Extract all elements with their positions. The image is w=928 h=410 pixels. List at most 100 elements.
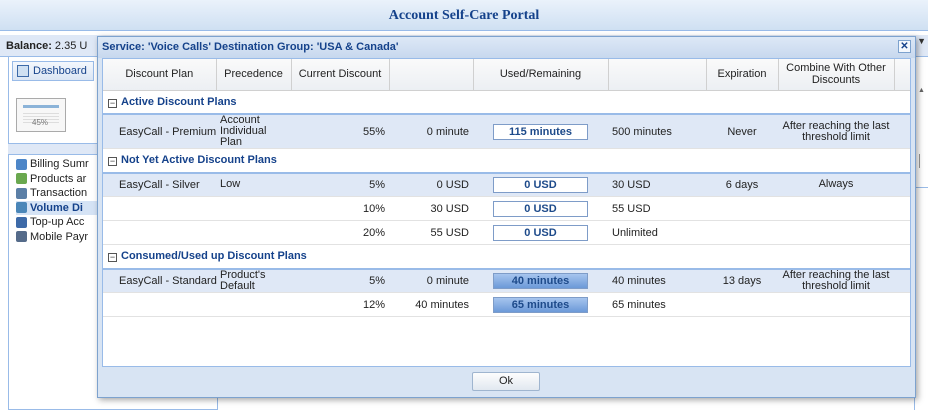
current-discount: 5% [291,268,389,293]
plan-name: EasyCall - Premium [103,114,216,149]
usage-progress-label: 115 minutes [509,125,572,138]
group-header-cell[interactable]: − Consumed/Used up Discount Plans [103,244,910,270]
table-row[interactable]: 12% 40 minutes 65 minutes 65 minutes [103,292,910,317]
group-header-cell[interactable]: − Active Discount Plans [103,90,910,115]
precedence [216,292,291,317]
used-value: 40 minutes [389,292,473,317]
col-used[interactable] [389,59,474,91]
volume-icon [16,202,27,214]
spacer-cell [894,196,910,221]
plan-name [103,292,216,317]
balance-label: Balance: [6,40,52,52]
combine-rule: After reaching the last threshold limit [778,114,894,149]
col-discount-plan[interactable]: Discount Plan [103,59,217,91]
plan-name [103,220,216,245]
balance-value: 2.35 U [54,40,88,52]
usage-progress-bar: 0 USD [493,224,588,241]
usage-progress-label: 0 USD [524,178,557,191]
group-header-cell[interactable]: − Not Yet Active Discount Plans [103,148,910,174]
thumbnail-percent: 45% [32,118,49,127]
expiration [706,220,778,245]
transactions-icon [16,187,27,199]
used-value: 0 USD [389,172,473,197]
usage-progress-bar: 115 minutes [493,123,588,140]
collapse-icon[interactable]: − [108,98,117,108]
plan-name: EasyCall - Silver [103,172,216,197]
splitter [919,154,920,168]
used-value: 0 minute [389,268,473,293]
spacer-cell [894,172,910,197]
chart-icon [16,158,27,170]
table-row[interactable]: EasyCall - Premium Account Individual Pla… [103,114,910,149]
plan-name [103,196,216,221]
table-row[interactable]: EasyCall - Standard Product's Default 5% 0 … [103,268,910,293]
plan-name: EasyCall - Standard [103,268,217,293]
col-combine[interactable]: Combine With Other Discounts [778,59,895,91]
usage-bar-cell: 40 minutes [473,268,608,293]
col-used-remaining[interactable]: Used/Remaining [473,59,609,91]
sidebar-item-label: Products ar [30,172,87,185]
sidebar-item-label: Volume Di [30,201,83,214]
expiration: Never [706,114,778,149]
col-remaining[interactable] [608,59,707,91]
tab-dashboard-label: Dashboard [33,65,87,77]
usage-progress-label: 0 USD [524,202,557,215]
remaining-value: 55 USD [608,196,706,221]
group-header[interactable]: − Not Yet Active Discount Plans [103,148,910,174]
used-value: 0 minute [389,114,473,149]
discount-table: Discount Plan Precedence Current Discoun… [103,59,910,317]
divider [915,187,928,188]
combine-rule: After reaching the last threshold limit [778,268,894,293]
spacer-cell [894,114,910,149]
spacer-cell [894,292,910,317]
usage-progress-label: 65 minutes [511,298,570,311]
usage-bar-cell: 115 minutes [473,114,608,149]
menu-arrow-icon[interactable]: ▼ [917,36,926,46]
group-header[interactable]: − Active Discount Plans [103,90,910,115]
current-discount: 5% [291,172,389,197]
portal-title: Account Self-Care Portal [0,0,928,31]
usage-bar-cell: 65 minutes [473,292,608,317]
group-title: Active Discount Plans [121,95,237,108]
sidebar-item-label: Billing Sumr [30,158,89,170]
dialog-footer: Ok [98,365,915,397]
current-discount: 20% [291,220,389,245]
current-discount: 55% [291,114,389,149]
combine-rule [778,292,894,317]
expiration: 13 days [706,268,778,293]
col-precedence[interactable]: Precedence [216,59,292,91]
combine-rule [778,196,894,221]
col-expiration[interactable]: Expiration [706,59,779,91]
group-title: Consumed/Used up Discount Plans [121,250,307,263]
dashboard-icon [17,65,29,77]
group-title: Not Yet Active Discount Plans [121,154,277,167]
close-button[interactable]: ✕ [898,40,911,53]
remaining-value: 40 minutes [608,268,706,293]
dialog-title: Service: 'Voice Calls' Destination Group… [102,41,399,53]
collapse-icon[interactable]: − [108,253,117,263]
tab-dashboard[interactable]: Dashboard [12,61,94,81]
remaining-value: 30 USD [608,172,706,197]
usage-progress-bar: 0 USD [493,200,588,217]
table-row[interactable]: 20% 55 USD 0 USD Unlimited [103,220,910,245]
usage-progress-label: 40 minutes [511,274,570,287]
scroll-up-icon[interactable]: ▲ [918,87,925,94]
ok-button[interactable]: Ok [472,372,540,391]
combine-rule [778,220,894,245]
precedence: Low [216,172,291,197]
right-panel-edge: ▲ [914,57,928,410]
usage-bar-cell: 0 USD [473,220,608,245]
collapse-icon[interactable]: − [108,157,117,167]
precedence [216,196,291,221]
table-row[interactable]: 10% 30 USD 0 USD 55 USD [103,196,910,221]
used-value: 55 USD [389,220,473,245]
table-row[interactable]: EasyCall - Silver Low 5% 0 USD 0 USD 30 USD 6 … [103,172,910,197]
group-header[interactable]: − Consumed/Used up Discount Plans [103,244,910,270]
topup-icon [16,216,27,228]
close-icon: ✕ [900,41,909,52]
col-current-discount[interactable]: Current Discount [291,59,390,91]
combine-rule: Always [778,172,894,197]
discount-plans-dialog: Service: 'Voice Calls' Destination Group… [97,36,916,398]
precedence: Product's Default [216,268,291,293]
expiration [706,196,778,221]
